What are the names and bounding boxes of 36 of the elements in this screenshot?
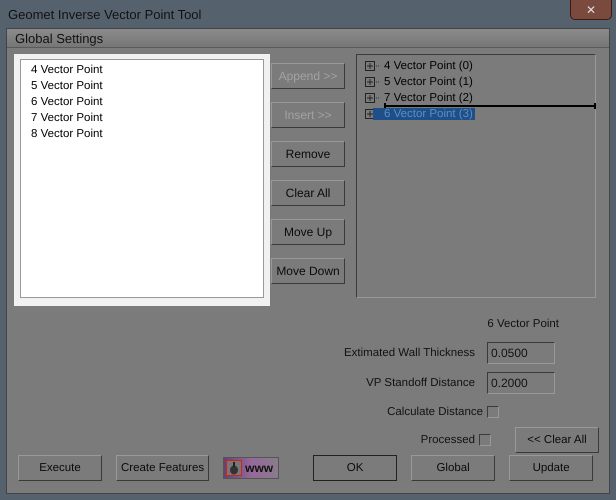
side-button[interactable]: Clear All	[271, 180, 345, 206]
list-item[interactable]: 5 Vector Point	[31, 78, 253, 94]
field-label: Extimated Wall Thickness	[344, 347, 475, 359]
action-button[interactable]: OK	[313, 455, 398, 481]
action-button[interactable]: Update	[509, 455, 594, 481]
close-button[interactable]: ✕	[570, 0, 612, 20]
selected-heading: 6 Vector Point	[487, 318, 559, 330]
expand-icon[interactable]	[365, 77, 379, 87]
tree-item[interactable]: 7 Vector Point (2)	[382, 92, 475, 104]
list-item[interactable]: 6 Vector Point	[31, 94, 253, 110]
expand-icon[interactable]	[365, 93, 379, 103]
side-button[interactable]: Move Down	[271, 258, 345, 284]
checkbox[interactable]	[487, 406, 499, 418]
action-button[interactable]: Execute	[18, 455, 102, 481]
input-field[interactable]: 0.0500	[487, 342, 555, 364]
web-button[interactable]: www	[223, 457, 280, 479]
window-title: Geomet Inverse Vector Point Tool	[7, 6, 202, 22]
side-button[interactable]: Remove	[271, 141, 345, 167]
list-item[interactable]: 8 Vector Point	[31, 126, 253, 142]
mouse-icon	[226, 460, 242, 476]
tree-item[interactable]: 4 Vector Point (0)	[382, 60, 475, 72]
action-button[interactable]: Create Features	[116, 455, 210, 481]
list-item[interactable]: 7 Vector Point	[31, 110, 253, 126]
side-button[interactable]: Move Up	[271, 219, 345, 245]
tree-item[interactable]: 6 Vector Point (3)	[373, 108, 475, 120]
expand-icon[interactable]	[365, 61, 379, 71]
action-button[interactable]: Global	[411, 455, 496, 481]
checkbox-label: Processed	[420, 434, 475, 446]
list-item[interactable]: 4 Vector Point	[31, 62, 253, 78]
checkbox[interactable]	[479, 434, 491, 446]
checkbox-label: Calculate Distance	[387, 406, 483, 418]
clear-all-button[interactable]: << Clear All	[515, 427, 599, 453]
field-label: VP Standoff Distance	[366, 377, 475, 389]
group-header: Global Settings	[7, 29, 609, 48]
input-field[interactable]: 0.2000	[487, 372, 555, 394]
tree-item[interactable]: 5 Vector Point (1)	[382, 76, 475, 88]
